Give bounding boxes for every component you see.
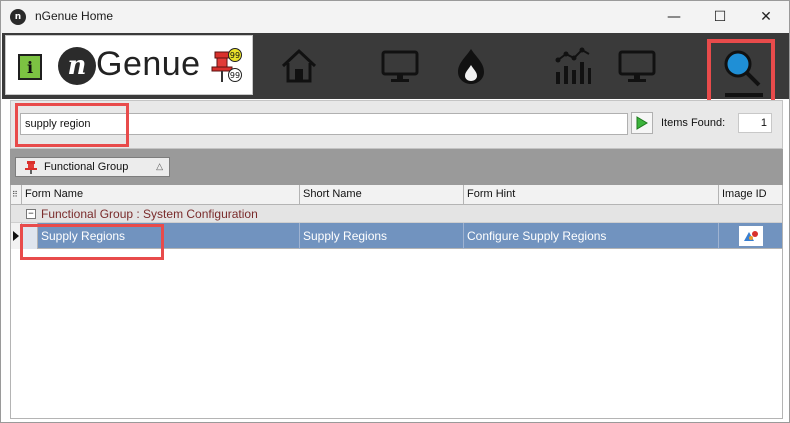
group-row-label: Functional Group : System Configuration (41, 207, 258, 221)
form-name-highlight (20, 224, 164, 260)
ngenue-logo-text: Genue (96, 45, 201, 83)
home-icon[interactable] (276, 43, 322, 89)
active-tab-underline (725, 93, 763, 97)
group-row: − Functional Group : System Configuratio… (11, 205, 782, 223)
close-button[interactable]: ✕ (743, 1, 789, 33)
run-search-button[interactable] (631, 112, 653, 134)
flame-icon[interactable] (448, 43, 494, 89)
window-title: nGenue Home (35, 9, 114, 23)
items-found-label: Items Found: (661, 117, 726, 129)
group-by-panel: Functional Group △ (10, 149, 783, 185)
column-chooser-icon[interactable]: ⠿ (11, 185, 22, 205)
main-toolbar: i n Genue 99 99 (2, 33, 789, 105)
cell-form-hint[interactable]: Configure Supply Regions (464, 223, 719, 249)
grid-header: ⠿ Form Name Short Name Form Hint Image I… (11, 185, 782, 205)
results-grid: ⠿ Form Name Short Name Form Hint Image I… (10, 185, 783, 419)
supply-region-icon (738, 226, 763, 246)
monitor-icon[interactable] (377, 43, 423, 89)
monitor-icon[interactable] (614, 43, 660, 89)
line-chart-icon[interactable] (549, 43, 595, 89)
search-panel: Items Found: 1 (10, 100, 783, 149)
app-logo-icon: n (10, 9, 26, 25)
column-header-form-hint[interactable]: Form Hint (464, 185, 719, 205)
collapse-toggle[interactable]: − (26, 209, 36, 219)
info-button[interactable]: i (18, 54, 42, 80)
column-header-short-name[interactable]: Short Name (300, 185, 464, 205)
search-input-highlight (15, 103, 129, 147)
group-chip-functional-group[interactable]: Functional Group △ (15, 157, 170, 177)
brand-panel: i n Genue 99 99 (5, 35, 253, 95)
pin-count-badge-top: 99 (228, 48, 242, 62)
cell-image-id[interactable] (719, 223, 782, 249)
column-header-image-id[interactable]: Image ID (719, 185, 782, 205)
column-header-form-name[interactable]: Form Name (22, 185, 300, 205)
minimize-button[interactable]: — (651, 1, 697, 33)
app-window: n nGenue Home — ☐ ✕ i n Genue 99 99 supp… (0, 0, 790, 423)
items-found-count: 1 (738, 113, 772, 133)
search-tab-highlight (707, 39, 775, 105)
play-icon (636, 116, 648, 130)
pin-count-badge-bottom: 99 (228, 68, 242, 82)
title-bar: n nGenue Home — ☐ ✕ (1, 1, 789, 33)
group-chip-label: Functional Group (44, 161, 129, 173)
pin-icon (25, 161, 37, 174)
current-row-arrow-icon (13, 231, 19, 241)
ngenue-logo-mark: n (58, 47, 96, 85)
sort-ascending-icon[interactable]: △ (156, 161, 163, 172)
search-icon[interactable] (721, 47, 763, 89)
maximize-button[interactable]: ☐ (697, 1, 743, 33)
cell-short-name[interactable]: Supply Regions (300, 223, 464, 249)
